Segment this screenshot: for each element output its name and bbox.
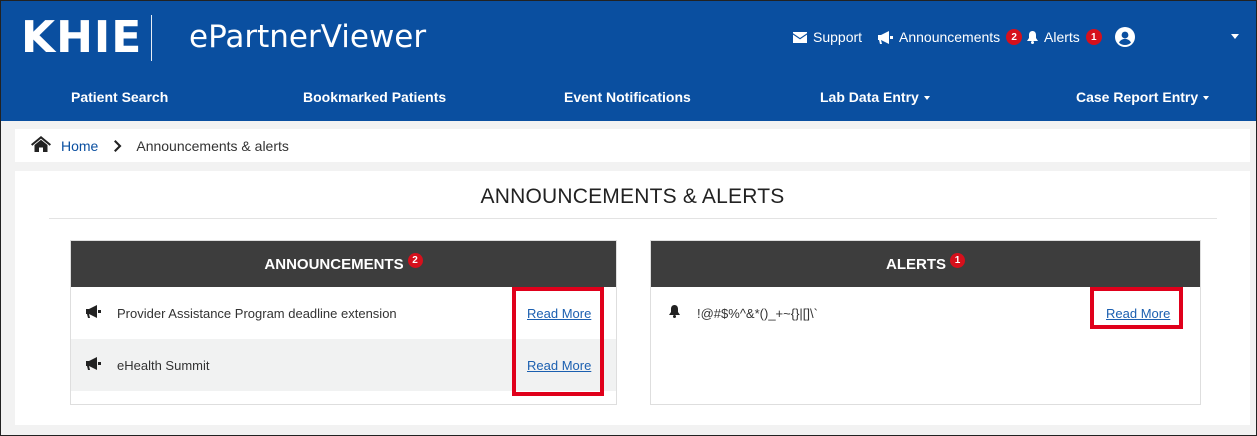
alerts-panel-count-badge: 1 [950, 252, 965, 268]
announcements-count-badge: 2 [1006, 29, 1023, 45]
nav-label: Patient Search [71, 89, 169, 105]
chevron-down-icon [1203, 95, 1210, 100]
page-title: ANNOUNCEMENTS & ALERTS [480, 185, 785, 208]
account-menu-button[interactable] [1115, 25, 1135, 49]
main-nav: Patient Search Bookmarked Patients Event… [1, 80, 1256, 121]
user-circle-icon [1115, 27, 1135, 47]
announcement-title: Provider Assistance Program deadline ext… [117, 305, 397, 321]
logo-divider [151, 15, 152, 61]
nav-patient-search[interactable]: Patient Search [71, 80, 168, 114]
breadcrumb: Home Announcements & alerts [15, 129, 1250, 162]
account-dropdown-caret-icon[interactable] [1231, 34, 1239, 39]
top-header: KHIE ePartnerViewer Support Announcement… [1, 1, 1256, 80]
megaphone-icon [85, 357, 101, 370]
bell-icon [669, 305, 680, 318]
chevron-down-icon [923, 95, 930, 100]
nav-bookmarked-patients[interactable]: Bookmarked Patients [303, 80, 446, 114]
nav-label: Bookmarked Patients [303, 89, 447, 105]
megaphone-icon [877, 30, 893, 44]
nav-label: Case Report Entry [1076, 89, 1199, 105]
alerts-panel-title: ALERTS [886, 255, 946, 273]
alerts-panel-header: ALERTS 1 [651, 241, 1200, 287]
megaphone-icon [85, 305, 101, 318]
support-link[interactable]: Support [793, 25, 862, 49]
title-divider [49, 218, 1217, 219]
app-title: ePartnerViewer [189, 19, 427, 55]
nav-lab-data-entry[interactable]: Lab Data Entry [820, 80, 930, 114]
nav-label: Event Notifications [564, 89, 691, 105]
breadcrumb-current: Announcements & alerts [136, 137, 289, 154]
main-content: ANNOUNCEMENTS & ALERTS ANNOUNCEMENTS 2 P… [15, 171, 1250, 425]
alerts-link[interactable]: Alerts 1 [1027, 25, 1102, 49]
nav-case-report-entry[interactable]: Case Report Entry [1076, 80, 1210, 114]
envelope-icon [793, 31, 807, 43]
announcement-title: eHealth Summit [117, 357, 210, 373]
khie-logo[interactable]: KHIE [21, 11, 142, 65]
home-icon[interactable] [31, 136, 51, 155]
app-window: KHIE ePartnerViewer Support Announcement… [0, 0, 1257, 436]
nav-label: Lab Data Entry [820, 89, 919, 105]
announcements-label: Announcements [899, 29, 1001, 45]
alert-title: !@#$%^&*()_+~{}|[]\` [697, 305, 818, 321]
alerts-count-badge: 1 [1085, 29, 1102, 45]
read-more-highlight-alerts [1090, 287, 1183, 329]
announcements-panel-title: ANNOUNCEMENTS [264, 255, 404, 273]
support-label: Support [813, 29, 863, 45]
announcements-panel-header: ANNOUNCEMENTS 2 [71, 241, 616, 287]
bell-icon [1027, 30, 1038, 44]
breadcrumb-home-link[interactable]: Home [61, 138, 98, 154]
announcements-panel-count-badge: 2 [407, 252, 423, 268]
chevron-right-icon [114, 139, 122, 152]
page-bottom-strip [1, 425, 1256, 435]
alerts-label: Alerts [1044, 29, 1080, 45]
logo-text: KHIE [21, 12, 143, 63]
announcements-link[interactable]: Announcements 2 [877, 25, 1023, 49]
nav-event-notifications[interactable]: Event Notifications [564, 80, 691, 114]
read-more-highlight-announcements [512, 287, 604, 396]
